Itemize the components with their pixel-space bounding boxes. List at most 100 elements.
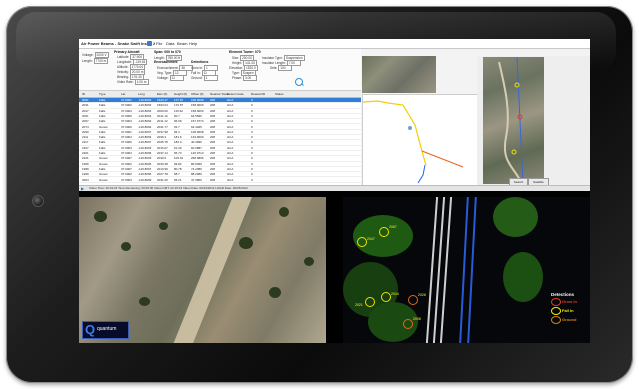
column-header[interactable]: Status (275, 92, 284, 96)
table-cell: HCA (227, 124, 234, 129)
table-cell: Falls (99, 151, 106, 155)
table-cell: Falls (99, 103, 106, 108)
table-cell: Falls (99, 166, 106, 171)
table-cell: 2201 (82, 151, 89, 155)
table-cell: 37.9003 (121, 145, 132, 150)
table-cell: HCA (227, 98, 234, 102)
detection-marker[interactable] (408, 295, 418, 305)
menu-file[interactable]: File (156, 39, 162, 48)
table-cell: 128.0608 (191, 129, 204, 134)
column-header[interactable]: Height (ft) (174, 92, 187, 96)
table-cell: -119.8093 (138, 119, 152, 124)
detection-label: 2026 (418, 293, 426, 297)
map-detection-marker (511, 149, 517, 155)
length-field: Length: 7740 m (82, 58, 109, 64)
detection-marker[interactable] (381, 292, 391, 302)
search-icon[interactable] (295, 78, 303, 86)
legend-ground: Ground (551, 315, 589, 324)
lidar-point-cloud-view[interactable]: 2047 2067 2044 2026 2098 2021 Detections… (343, 197, 590, 343)
aerial-thumbnail[interactable] (362, 56, 436, 93)
table-cell: 2025.78 (157, 140, 168, 145)
table-cell: 2030.38 (157, 161, 168, 166)
tablet-screen: Air Power Beams - Snake Swift Insert 2 F… (79, 39, 590, 343)
detection-label: 2047 (367, 237, 375, 241)
column-header[interactable]: Elev (ft) (157, 92, 167, 96)
table-cell: 0 (251, 119, 253, 124)
table-cell: 64.4025 (191, 124, 202, 129)
table-cell: HCA (227, 166, 234, 171)
column-header[interactable]: Long (138, 92, 145, 96)
table-cell: HCA (227, 140, 234, 145)
table-cell: Falls (99, 145, 106, 150)
table-cell: HCA (227, 119, 234, 124)
table-cell: 2117 (82, 140, 89, 145)
table-cell: Falls (99, 98, 106, 102)
detection-label: 2021 (355, 303, 363, 307)
column-header[interactable]: Reason/ID (251, 92, 265, 96)
table-cell: Falls (99, 108, 106, 113)
table-cell: 52.7 (174, 124, 180, 129)
tree (139, 297, 150, 306)
column-header[interactable]: Offset (ft) (191, 92, 203, 96)
aerial-video-feed[interactable]: Q quantum (79, 197, 326, 343)
detection-marker[interactable] (403, 319, 413, 329)
table-cell: 40.4996 (191, 140, 202, 145)
table-cell: 158.0000 (191, 108, 204, 113)
front-camera (32, 195, 44, 207)
table-cell: 208 (210, 161, 216, 166)
table-cell: 208 (210, 140, 216, 145)
table-cell: 208 (210, 113, 216, 118)
table-cell: Grows (99, 161, 108, 166)
table-cell: 208 (210, 98, 216, 102)
table-cell: -119.8093 (138, 145, 152, 150)
span-profile-plot[interactable] (362, 94, 479, 186)
table-cell: 37.9004 (121, 135, 132, 140)
map-overlay (498, 56, 524, 185)
tree (94, 211, 107, 222)
detection-marker[interactable] (379, 227, 389, 237)
table-cell: 208 (210, 135, 216, 140)
table-row[interactable]: 2004 Grows 37.9003 -119.8099 2031.25 65.21 47.… (79, 178, 361, 183)
logo-mark: Q (85, 322, 96, 337)
table-cell: -119.8095 (138, 161, 152, 166)
table-cell: 61.39 (174, 145, 182, 150)
table-cell: 37.9001 (121, 129, 132, 134)
desktop-app-window: Air Power Beams - Snake Swift Insert 2 F… (79, 39, 590, 191)
column-header[interactable]: Lat (121, 92, 125, 96)
column-header[interactable]: ID (82, 92, 85, 96)
table-cell: -119.8094 (138, 113, 152, 118)
table-cell: 1999 (82, 172, 89, 177)
table-cell: 208 (210, 172, 216, 177)
table-cell: 0 (251, 98, 253, 102)
menu-help[interactable]: Help (189, 39, 197, 48)
menu-data[interactable]: Data (166, 39, 174, 48)
detection-marker[interactable] (357, 237, 367, 247)
vegetation (503, 252, 543, 302)
tower-phase: Phase: 3.00 (232, 75, 257, 81)
play-icon[interactable]: ▶ (81, 186, 84, 191)
table-cell: 37.9005 (121, 113, 132, 118)
menu-beam[interactable]: Beam (177, 39, 187, 48)
table-cell: 2041.77 (157, 124, 168, 129)
table-cell: 37.9001 (121, 98, 132, 102)
tower-marker (408, 126, 412, 130)
tree (279, 207, 289, 217)
satellite-map[interactable] (483, 56, 544, 185)
table-cell: -119.8099 (138, 177, 152, 182)
column-header[interactable]: Type (99, 92, 106, 96)
table-cell: Falls (99, 119, 106, 124)
blue-conductor-line (417, 164, 426, 184)
table-cell: Falls (99, 140, 106, 145)
table-cell: 0 (251, 156, 253, 161)
app-icon (147, 41, 152, 46)
detection-label: 2067 (389, 225, 397, 229)
detections-heading: Detections (191, 60, 209, 64)
table-cell: 99.82 (174, 161, 182, 166)
detection-label: 2098 (413, 317, 421, 321)
encroach-3: Voltage: 11 (157, 75, 184, 81)
logo-text: quantum (97, 326, 117, 332)
insulator-sets: Sets: 100 (270, 65, 293, 71)
column-header[interactable]: Detect Code (227, 92, 244, 96)
table-cell: 2221 (82, 156, 89, 161)
detection-marker[interactable] (365, 297, 375, 307)
